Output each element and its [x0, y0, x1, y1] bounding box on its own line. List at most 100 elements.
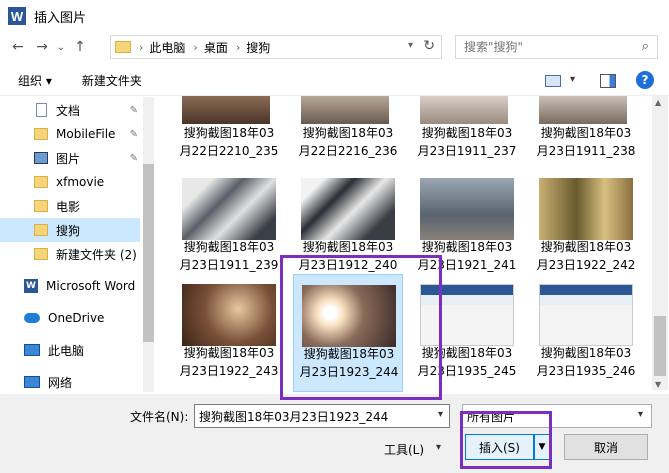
sidebar-item-label: 图片	[56, 151, 81, 166]
folder-icon	[34, 200, 48, 212]
sidebar-item-pictures[interactable]: 图片 ✎	[0, 146, 140, 170]
window-title: 插入图片	[34, 10, 87, 26]
file-item[interactable]: 搜狗截图18年03 月23日1922_243	[174, 280, 284, 394]
image-thumbnail	[420, 178, 514, 240]
file-item[interactable]: 搜狗截图18年03 月23日1922_242	[531, 174, 641, 288]
folder-icon	[34, 176, 48, 188]
file-name: 搜狗截图18年03 月23日1911_237	[417, 126, 517, 158]
filename-label: 文件名(N):	[130, 410, 189, 424]
pin-icon[interactable]: ✎	[130, 105, 138, 116]
file-name: 搜狗截图18年03 月22日2216_236	[298, 126, 398, 158]
recent-locations-icon[interactable]: ⌄	[54, 35, 68, 59]
sidebar-item-label: 电影	[56, 199, 81, 214]
thumb-toolbar	[421, 295, 513, 305]
folder-icon	[34, 248, 48, 260]
file-item[interactable]: 搜狗截图18年03 月23日1935_246	[531, 280, 641, 394]
file-item[interactable]: 搜狗截图18年03 月23日1935_245	[412, 280, 522, 394]
sidebar-item-label: 新建文件夹 (2)	[56, 247, 137, 262]
breadcrumb-sogou[interactable]: 搜狗	[246, 39, 270, 56]
file-name: 搜狗截图18年03 月23日1911_239	[179, 240, 279, 272]
pin-icon[interactable]: ✎	[130, 129, 138, 140]
sidebar-item-sogou[interactable]: 搜狗	[0, 218, 140, 242]
folder-icon	[34, 224, 48, 236]
sidebar-item-label: xfmovie	[56, 175, 105, 189]
thumb-ribbon	[421, 285, 513, 295]
insert-button[interactable]: 插入(S)	[465, 434, 534, 460]
pictures-icon	[34, 152, 48, 164]
breadcrumb-desktop[interactable]: 桌面	[204, 39, 228, 56]
new-folder-button[interactable]: 新建文件夹	[82, 72, 142, 89]
this-pc-icon	[24, 344, 40, 356]
sidebar-item-xfmovie[interactable]: xfmovie	[0, 170, 140, 194]
word-app-icon: W	[8, 7, 26, 25]
chevron-down-icon[interactable]: ▾	[436, 442, 441, 453]
organize-button[interactable]: 组织 ▾	[18, 72, 52, 89]
sidebar-item-label: MobileFile	[56, 127, 116, 141]
image-thumbnail	[539, 284, 633, 346]
up-arrow-icon[interactable]: ↑	[68, 35, 92, 59]
chevron-down-icon[interactable]: ▾	[408, 40, 413, 51]
forward-arrow-icon[interactable]: →	[30, 35, 54, 59]
file-name: 搜狗截图18年03 月23日1935_246	[536, 346, 636, 378]
folder-icon	[34, 128, 48, 140]
navigation-bar: ← → ⌄ ↑ › 此电脑 › 桌面 › 搜狗 ▾ ↻ ⌕	[0, 32, 669, 62]
onedrive-icon	[24, 313, 40, 323]
sidebar-item-label: 搜狗	[56, 223, 81, 238]
sidebar-item-new-folder-2[interactable]: 新建文件夹 (2)	[0, 242, 140, 266]
change-view-icon[interactable]	[545, 75, 561, 87]
sidebar-item-onedrive[interactable]: OneDrive	[0, 306, 140, 330]
image-thumbnail	[182, 284, 276, 346]
sidebar-item-microsoft-word[interactable]: W Microsoft Word	[0, 274, 140, 298]
sidebar-item-network[interactable]: 网络	[0, 370, 140, 394]
sidebar-item-mobilefile[interactable]: MobileFile ✎	[0, 122, 140, 146]
image-thumbnail	[539, 96, 627, 124]
breadcrumb-this-pc[interactable]: 此电脑	[149, 39, 185, 56]
filename-input[interactable]: 搜狗截图18年03月23日1923_244	[194, 404, 450, 428]
file-name: 搜狗截图18年03 月23日1921_241	[417, 240, 517, 272]
pin-icon[interactable]: ✎	[130, 153, 138, 164]
sidebar-item-documents[interactable]: 文档 ✎	[0, 98, 140, 122]
chevron-down-icon[interactable]: ▾	[438, 409, 443, 420]
image-thumbnail	[420, 96, 508, 124]
refresh-icon[interactable]: ↻	[423, 38, 435, 54]
scroll-down-icon[interactable]: ▼	[655, 380, 661, 389]
file-list-scrollbar-thumb[interactable]	[654, 316, 666, 376]
search-icon[interactable]: ⌕	[642, 39, 649, 54]
document-icon	[36, 103, 47, 117]
file-name: 搜狗截图18年03 月23日1935_245	[417, 346, 517, 378]
sidebar-scrollbar-thumb[interactable]	[143, 164, 154, 342]
file-list: 搜狗截图18年03 月22日2210_235 搜狗截图18年03 月22日2216_…	[158, 96, 652, 394]
title-bar: W 插入图片	[0, 0, 669, 32]
folder-icon	[115, 41, 131, 53]
search-input[interactable]	[456, 40, 626, 54]
sidebar-item-this-pc[interactable]: 此电脑	[0, 338, 140, 362]
file-item-selected[interactable]: 搜狗截图18年03 月23日1923_244	[293, 274, 403, 392]
file-type-select[interactable]: 所有图片	[462, 404, 652, 428]
chevron-down-icon[interactable]: ▾	[570, 74, 575, 85]
network-icon	[24, 376, 40, 388]
file-item[interactable]: 搜狗截图18年03 月23日1921_241	[412, 174, 522, 288]
insert-dropdown-icon[interactable]: ▼	[534, 434, 550, 460]
sidebar-item-label: 文档	[56, 103, 81, 118]
cancel-button[interactable]: 取消	[564, 434, 648, 460]
image-thumbnail	[301, 96, 389, 124]
help-icon[interactable]: ?	[636, 71, 654, 89]
preview-pane-icon[interactable]	[600, 74, 616, 88]
file-name: 搜狗截图18年03 月23日1911_238	[536, 126, 636, 158]
sidebar-item-movies[interactable]: 电影	[0, 194, 140, 218]
word-icon: W	[24, 279, 38, 293]
chevron-right-icon: ›	[193, 40, 198, 54]
file-item[interactable]: 搜狗截图18年03 月23日1911_239	[174, 174, 284, 288]
command-toolbar: 组织 ▾ 新建文件夹 ▾ ?	[0, 66, 669, 96]
file-item[interactable]: 搜狗截图18年03 月23日1912_240	[293, 174, 403, 288]
back-arrow-icon[interactable]: ←	[6, 35, 30, 59]
image-thumbnail	[420, 284, 514, 346]
file-name: 搜狗截图18年03 月23日1922_242	[536, 240, 636, 272]
address-bar[interactable]: › 此电脑 › 桌面 › 搜狗 ▾ ↻	[110, 35, 442, 59]
tools-button[interactable]: 工具(L)	[384, 441, 424, 458]
chevron-down-icon[interactable]: ▾	[638, 409, 643, 420]
scroll-up-icon[interactable]: ▲	[655, 98, 661, 107]
chevron-right-icon: ›	[139, 40, 144, 54]
search-box[interactable]: ⌕	[455, 35, 658, 59]
image-thumbnail	[539, 178, 633, 240]
